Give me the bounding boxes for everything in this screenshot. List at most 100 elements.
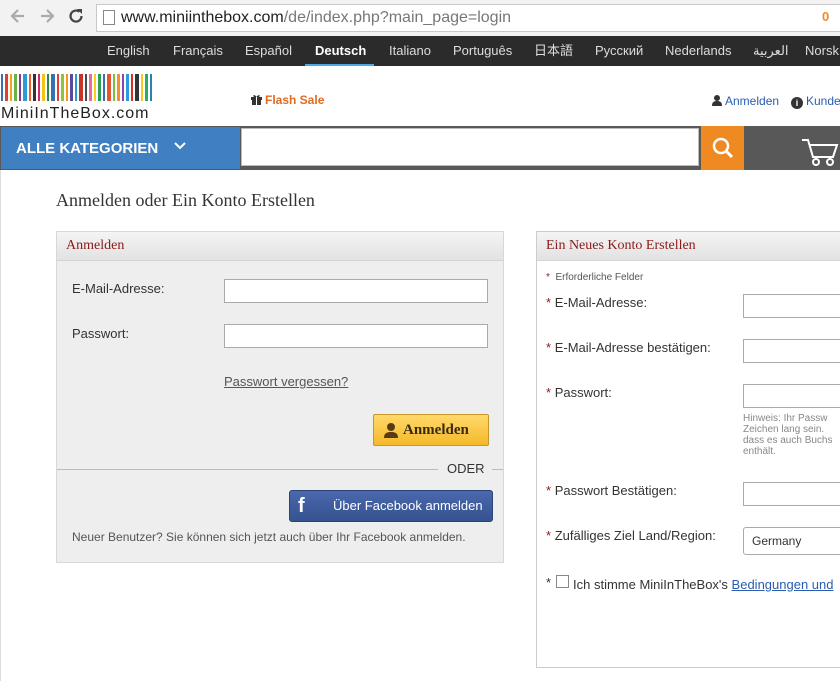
terms-checkbox[interactable] (556, 575, 569, 588)
lang-japanese[interactable]: 日本語 (534, 36, 573, 66)
active-language-indicator (305, 64, 374, 66)
reg-email-confirm-label-text: E-Mail-Adresse bestätigen: (554, 340, 711, 355)
reg-password-label-text: Passwort: (554, 385, 612, 400)
browser-toolbar: www.miniinthebox.com/de/index.php?main_p… (0, 0, 840, 37)
required-star: * (546, 272, 550, 283)
page-title: Anmelden oder Ein Konto Erstellen (56, 190, 315, 210)
url-domain: www.miniinthebox.com (121, 9, 284, 26)
reg-password-confirm-label-text: Passwort Bestätigen: (554, 483, 677, 498)
register-panel-title: Ein Neues Konto Erstellen (546, 238, 696, 253)
cart-icon[interactable] (800, 130, 840, 168)
required-star: * (546, 483, 552, 498)
search-button[interactable] (701, 126, 744, 170)
login-panel-header: Anmelden (57, 232, 503, 261)
lang-deutsch[interactable]: Deutsch (315, 36, 366, 66)
terms-prefix: Ich stimme MiniInTheBox's (573, 577, 728, 592)
search-input[interactable] (241, 128, 699, 166)
site-logo[interactable]: MiniInTheBox.com (0, 74, 152, 124)
signin-button-label: Anmelden (403, 422, 469, 438)
reg-password-label: * Passwort: (546, 385, 612, 400)
reg-password-confirm-field[interactable] (743, 482, 840, 506)
url-text: www.miniinthebox.com/de/index.php?main_p… (121, 9, 511, 27)
info-icon: i (791, 97, 803, 109)
flash-sale-label: Flash Sale (265, 93, 325, 107)
country-select-value: Germany (752, 534, 802, 548)
new-user-text: Neuer Benutzer? Sie können sich jetzt au… (72, 530, 466, 544)
lang-italiano[interactable]: Italiano (389, 36, 431, 66)
signin-button[interactable]: Anmelden (373, 414, 489, 446)
divider-left (57, 469, 438, 470)
logo-barcode (1, 74, 152, 101)
divider-right (492, 469, 503, 470)
cart-count[interactable]: 0 (822, 9, 829, 24)
gift-icon (251, 95, 262, 105)
page-icon (103, 10, 115, 25)
password-hint-line: enthält. (743, 446, 776, 457)
reload-icon[interactable] (65, 7, 87, 29)
lang-nederlands[interactable]: Nederlands (665, 36, 732, 66)
facebook-login-button[interactable]: f Über Facebook anmelden (289, 490, 493, 522)
header-login-link[interactable]: Anmelden (712, 94, 779, 108)
password-hint-line: dass es auch Buchs (743, 435, 833, 446)
password-hint-line: Zeichen lang sein. (743, 424, 825, 435)
lang-francais[interactable]: Français (173, 36, 223, 66)
search-bar: ALLE KATEGORIEN (0, 126, 840, 170)
country-select[interactable]: Germany (743, 527, 840, 555)
required-fields-note: * Erforderliche Felder (546, 272, 643, 283)
header-service-label: Kunde (806, 94, 840, 108)
search-icon (712, 137, 734, 159)
user-icon (712, 95, 722, 106)
lang-arabic[interactable]: العربية (753, 36, 789, 66)
reg-country-label: * Zufälliges Ziel Land/Region: (546, 528, 716, 543)
all-categories-button[interactable]: ALLE KATEGORIEN (1, 127, 240, 169)
all-categories-label: ALLE KATEGORIEN (16, 140, 159, 157)
page-left-border (0, 170, 1, 681)
reg-email-label-text: E-Mail-Adresse: (554, 295, 648, 310)
login-password-field[interactable] (224, 324, 488, 348)
back-arrow-icon[interactable] (7, 7, 29, 29)
register-panel: Ein Neues Konto Erstellen * Erforderlich… (536, 231, 840, 668)
login-panel: Anmelden E-Mail-Adresse: Passwort: Passw… (56, 231, 504, 563)
login-email-label: E-Mail-Adresse: (72, 281, 165, 296)
reg-country-label-text: Zufälliges Ziel Land/Region: (554, 528, 716, 543)
chevron-down-icon (174, 142, 186, 150)
password-hint-line: Hinweis: Ihr Passw (743, 413, 828, 424)
url-path: /de/index.php?main_page=login (283, 9, 512, 26)
reg-email-confirm-field[interactable] (743, 339, 840, 363)
facebook-login-label: Über Facebook anmelden (333, 498, 483, 513)
lang-norsk[interactable]: Norsk (805, 36, 839, 66)
reg-email-field[interactable] (743, 294, 840, 318)
required-star: * (546, 385, 552, 400)
password-hint: Hinweis: Ihr Passw Zeichen lang sein. da… (743, 413, 840, 457)
required-note-text: Erforderliche Felder (555, 272, 644, 283)
reg-password-field[interactable] (743, 384, 840, 408)
forward-arrow-icon[interactable] (36, 7, 58, 29)
user-icon (384, 423, 398, 438)
login-email-field[interactable] (224, 279, 488, 303)
facebook-icon: f (298, 495, 305, 517)
or-separator: ODER (447, 461, 485, 476)
required-star: * (546, 295, 552, 310)
lang-russian[interactable]: Русский (595, 36, 643, 66)
terms-text: Ich stimme MiniInTheBox's Bedingungen un… (573, 577, 833, 592)
reg-email-confirm-label: * E-Mail-Adresse bestätigen: (546, 340, 711, 355)
lang-english[interactable]: English (107, 36, 150, 66)
language-bar: English Français Español Deutsch Italian… (0, 36, 840, 66)
reg-password-confirm-label: * Passwort Bestätigen: (546, 483, 677, 498)
address-bar[interactable]: www.miniinthebox.com/de/index.php?main_p… (96, 4, 840, 32)
required-star: * (546, 528, 552, 543)
lang-espanol[interactable]: Español (245, 36, 292, 66)
header-service-link[interactable]: i Kunde (791, 94, 840, 109)
logo-text: MiniInTheBox.com (1, 105, 150, 122)
register-panel-header: Ein Neues Konto Erstellen (537, 232, 840, 261)
header-login-label: Anmelden (725, 94, 780, 108)
required-star: * (546, 575, 552, 590)
lang-portugues[interactable]: Português (453, 36, 512, 66)
flash-sale-link[interactable]: Flash Sale (251, 93, 324, 107)
terms-link[interactable]: Bedingungen und (732, 577, 834, 592)
forgot-password-link[interactable]: Passwort vergessen? (224, 374, 348, 389)
required-star: * (546, 340, 552, 355)
login-panel-title: Anmelden (66, 238, 125, 253)
login-password-label: Passwort: (72, 326, 130, 341)
reg-email-label: * E-Mail-Adresse: (546, 295, 647, 310)
